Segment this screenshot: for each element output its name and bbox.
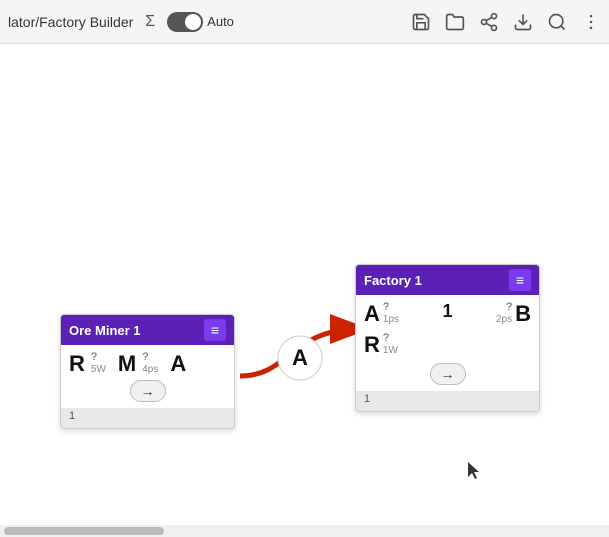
factory-left-pins: A ? 1ps R ? 1W xyxy=(364,301,399,357)
factory-title: Factory 1 xyxy=(364,273,422,288)
factory-pin-a: A ? 1ps xyxy=(364,301,399,326)
factory-pin-a-label: A xyxy=(364,303,380,325)
folder-icon[interactable] xyxy=(445,12,465,32)
save-icon[interactable] xyxy=(411,12,431,32)
pin-a-out-label: A xyxy=(170,353,186,375)
pin-r-rate: 5W xyxy=(91,364,106,376)
factory-pin-r-label: R xyxy=(364,334,380,356)
download-icon[interactable] xyxy=(513,12,533,32)
app-title: lator/Factory Builder xyxy=(8,14,133,30)
pin-m-rate: 4ps xyxy=(142,364,158,376)
more-icon[interactable] xyxy=(581,12,601,32)
factory-pin-a-q: ? xyxy=(383,301,399,314)
toggle-thumb xyxy=(185,14,201,30)
share-icon[interactable] xyxy=(479,12,499,32)
ore-miner-header: Ore Miner 1 ≡ xyxy=(61,315,234,345)
factory-center-number: 1 xyxy=(442,301,452,322)
auto-toggle[interactable]: Auto xyxy=(167,12,234,32)
ore-miner-node: Ore Miner 1 ≡ R ? 5W M ? 4ps A xyxy=(60,314,235,429)
toolbar: lator/Factory Builder Σ Auto xyxy=(0,0,609,44)
toggle-track[interactable] xyxy=(167,12,203,32)
svg-text:A: A xyxy=(292,345,308,370)
ore-miner-footer: 1 xyxy=(61,408,234,428)
search-icon[interactable] xyxy=(547,12,567,32)
pin-r-label: R xyxy=(69,353,85,375)
ore-miner-pin-row: R ? 5W M ? 4ps A xyxy=(69,351,226,376)
toolbar-icons xyxy=(411,12,601,32)
canvas: A Ore Miner 1 ≡ R ? 5W M ? 4ps xyxy=(0,44,609,537)
pin-m-q: ? xyxy=(142,351,158,364)
pin-r-meta: ? 5W xyxy=(91,351,106,376)
factory-footer: 1 xyxy=(356,391,539,411)
ore-miner-menu-button[interactable]: ≡ xyxy=(204,319,226,341)
factory-pin-r-rate: 1W xyxy=(383,345,398,357)
sigma-icon[interactable]: Σ xyxy=(141,13,159,31)
scrollbar-thumb[interactable] xyxy=(4,527,164,535)
factory-pin-b-meta: ? 2ps xyxy=(496,301,512,326)
factory-pin-b-q: ? xyxy=(506,301,512,314)
cursor xyxy=(468,462,482,483)
factory-menu-button[interactable]: ≡ xyxy=(509,269,531,291)
ore-miner-title: Ore Miner 1 xyxy=(69,323,141,338)
factory-pin-b: ? 2ps B xyxy=(496,301,531,326)
factory-arrow-button[interactable]: → xyxy=(430,363,466,385)
horizontal-scrollbar[interactable] xyxy=(0,525,609,537)
factory-body: A ? 1ps R ? 1W 1 xyxy=(356,295,539,363)
auto-label: Auto xyxy=(207,14,234,29)
factory-pin-r: R ? 1W xyxy=(364,332,399,357)
factory-pin-b-label: B xyxy=(515,303,531,325)
ore-miner-body: R ? 5W M ? 4ps A → xyxy=(61,345,234,408)
ore-miner-arrow-button[interactable]: → xyxy=(130,380,166,402)
factory-pin-r-meta: ? 1W xyxy=(383,332,398,357)
factory-node: Factory 1 ≡ A ? 1ps R ? 1W xyxy=(355,264,540,412)
factory-pin-a-meta: ? 1ps xyxy=(383,301,399,326)
factory-right-pins: ? 2ps B xyxy=(496,301,531,326)
factory-pin-b-rate: 2ps xyxy=(496,314,512,326)
pin-m-meta: ? 4ps xyxy=(142,351,158,376)
factory-pin-r-q: ? xyxy=(383,332,398,345)
factory-pin-a-rate: 1ps xyxy=(383,314,399,326)
factory-header: Factory 1 ≡ xyxy=(356,265,539,295)
factory-center: 1 xyxy=(403,301,492,322)
pin-m-label: M xyxy=(118,353,136,375)
pin-r-q: ? xyxy=(91,351,106,364)
